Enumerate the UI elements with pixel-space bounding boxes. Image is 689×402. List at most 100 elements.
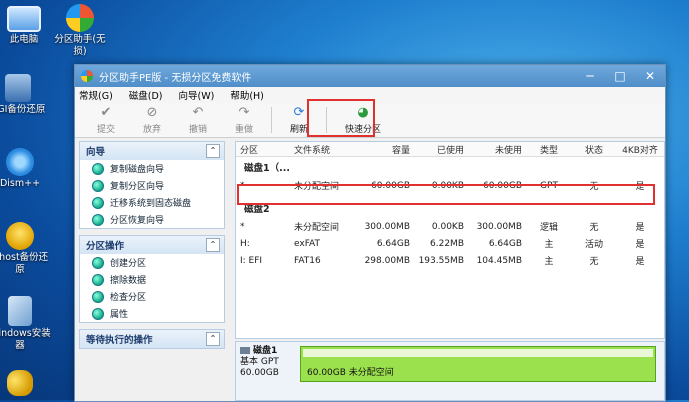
collapse-icon[interactable]: ⌃ bbox=[206, 238, 220, 252]
redo-label: 重做 bbox=[234, 124, 253, 135]
menu-disk[interactable]: 磁盘(D) bbox=[129, 88, 163, 102]
cell-type: 逻辑 bbox=[539, 223, 558, 233]
column-header[interactable]: 容量 bbox=[358, 143, 414, 156]
cell-unused: 104.45MB bbox=[476, 255, 522, 266]
wizard-item-copy-partition[interactable]: 复制分区向导 bbox=[80, 177, 224, 194]
wizard-item-copy-disk[interactable]: 复制磁盘向导 bbox=[80, 160, 224, 177]
wizard-item-label: 复制磁盘向导 bbox=[110, 165, 165, 175]
desktop-icon-label: Ghost备份还原 bbox=[0, 252, 49, 275]
submit-button[interactable]: ✔ 提交 bbox=[83, 105, 129, 135]
cell-used: 193.55MB bbox=[418, 255, 464, 266]
disk-size: 60.00GB bbox=[240, 368, 279, 378]
cell-used: 0.00KB bbox=[431, 221, 464, 232]
cell-partition: * bbox=[240, 221, 245, 232]
dism-gear-icon bbox=[6, 148, 34, 176]
recovery-icon bbox=[92, 213, 104, 226]
cell-filesystem: 未分配空间 bbox=[294, 223, 340, 233]
row-highlight bbox=[237, 184, 655, 205]
check-partition-icon bbox=[92, 290, 104, 303]
cell-capacity: 300.00MB bbox=[364, 221, 410, 232]
close-button[interactable]: ✕ bbox=[635, 65, 665, 87]
cell-filesystem: FAT16 bbox=[294, 255, 321, 266]
title-bar[interactable]: 分区助手PE版 - 无损分区免费软件 ─ □ ✕ bbox=[75, 65, 665, 87]
cell-unused: 300.00MB bbox=[476, 221, 522, 232]
partition-copy-icon bbox=[92, 179, 104, 192]
maximize-button[interactable]: □ bbox=[605, 65, 635, 87]
collapse-icon[interactable]: ⌃ bbox=[206, 332, 220, 346]
cell-unused: 6.64GB bbox=[488, 238, 522, 249]
quick-partition-highlight bbox=[307, 99, 375, 137]
disk-map: 磁盘1 基本 GPT 60.00GB 60.00GB 未分配空间 bbox=[235, 341, 665, 401]
desktop-icon-partition-assistant[interactable]: 分区助手(无损) bbox=[48, 4, 112, 58]
column-header[interactable]: 文件系统 bbox=[290, 143, 358, 156]
disk-partition-bar[interactable]: 60.00GB 未分配空间 bbox=[300, 346, 656, 382]
migrate-icon bbox=[92, 196, 104, 209]
desktop-icon-windows-installer[interactable]: Windows安装器 bbox=[0, 296, 52, 352]
column-header[interactable]: 已使用 bbox=[414, 143, 468, 156]
computer-icon bbox=[7, 6, 41, 32]
desktop-icon-dism[interactable]: Dism++ bbox=[0, 148, 52, 190]
op-create-partition[interactable]: 创建分区 bbox=[80, 254, 224, 271]
column-header[interactable]: 状态 bbox=[572, 143, 616, 156]
undo-label: 撤销 bbox=[188, 124, 207, 135]
partition-assistant-window: 分区助手PE版 - 无损分区免费软件 ─ □ ✕ 常规(G) 磁盘(D) 向导(… bbox=[74, 64, 666, 402]
partition-ops-panel: 分区操作 ⌃ 创建分区 擦除数据 检查分区 属性 bbox=[79, 235, 225, 323]
op-check-partition[interactable]: 检查分区 bbox=[80, 288, 224, 305]
op-properties[interactable]: 属性 bbox=[80, 305, 224, 322]
redo-icon: ↷ bbox=[238, 104, 250, 120]
cell-4k-aligned: 是 bbox=[635, 257, 645, 267]
redo-button[interactable]: ↷ 重做 bbox=[221, 104, 267, 135]
op-label: 擦除数据 bbox=[110, 276, 147, 286]
desktop-icon-ghost[interactable]: Ghost备份还原 bbox=[0, 222, 52, 276]
op-label: 检查分区 bbox=[110, 293, 147, 303]
cell-partition: H: bbox=[240, 238, 250, 249]
wizard-item-recovery[interactable]: 分区恢复向导 bbox=[80, 211, 224, 228]
collapse-icon[interactable]: ⌃ bbox=[206, 144, 220, 158]
op-wipe-data[interactable]: 擦除数据 bbox=[80, 271, 224, 288]
column-header[interactable]: 未使用 bbox=[468, 143, 526, 156]
undo-button[interactable]: ↶ 撤销 bbox=[175, 105, 221, 135]
menu-help[interactable]: 帮助(H) bbox=[230, 88, 264, 102]
desktop-icon-cgi[interactable]: CGI备份还原 bbox=[0, 74, 50, 116]
cell-type: 主 bbox=[544, 257, 554, 267]
disk-group-label[interactable]: 磁盘1（... bbox=[236, 157, 664, 177]
table-row[interactable]: * 未分配空间 300.00MB 0.00KB 300.00MB 逻辑 无 是 bbox=[236, 218, 664, 235]
menu-wizard[interactable]: 向导(W) bbox=[179, 88, 215, 102]
cell-type: 主 bbox=[544, 240, 554, 250]
panel-header: 等待执行的操作 ⌃ bbox=[80, 330, 224, 348]
discard-button[interactable]: ⊘ 放弃 bbox=[129, 104, 175, 135]
discard-icon: ⊘ bbox=[146, 104, 158, 120]
wizard-panel: 向导 ⌃ 复制磁盘向导 复制分区向导 迁移系统到固态磁盘 分区恢复向导 bbox=[79, 141, 225, 229]
desktop-icon-label: Dism++ bbox=[0, 178, 41, 189]
cell-status: 无 bbox=[589, 257, 599, 267]
partition-assistant-icon bbox=[66, 4, 94, 32]
table-header: 分区 文件系统 容量 已使用 未使用 类型 状态 4KB对齐 bbox=[236, 142, 664, 157]
disk-bar-label: 60.00GB 未分配空间 bbox=[307, 368, 394, 378]
cell-status: 活动 bbox=[584, 240, 603, 250]
column-header[interactable]: 分区 bbox=[236, 143, 290, 156]
partition-table: 分区 文件系统 容量 已使用 未使用 类型 状态 4KB对齐 磁盘1（... *… bbox=[235, 141, 665, 339]
toolbar-separator bbox=[271, 107, 272, 133]
cell-used: 6.22MB bbox=[430, 238, 464, 249]
menu-general[interactable]: 常规(G) bbox=[79, 88, 113, 102]
disk-name: 磁盘1 bbox=[253, 346, 278, 356]
panel-header: 分区操作 ⌃ bbox=[80, 236, 224, 254]
disk-copy-icon bbox=[92, 162, 104, 175]
cell-4k-aligned: 是 bbox=[635, 223, 645, 233]
table-row[interactable]: I: EFI FAT16 298.00MB 193.55MB 104.45MB … bbox=[236, 252, 664, 269]
cell-capacity: 298.00MB bbox=[364, 255, 410, 266]
wizard-item-migrate-os[interactable]: 迁移系统到固态磁盘 bbox=[80, 194, 224, 211]
column-header[interactable]: 类型 bbox=[526, 143, 572, 156]
wizard-item-label: 分区恢复向导 bbox=[110, 216, 165, 226]
disk-info[interactable]: 磁盘1 基本 GPT 60.00GB bbox=[240, 346, 298, 379]
table-row[interactable]: H: exFAT 6.64GB 6.22MB 6.64GB 主 活动 是 bbox=[236, 235, 664, 252]
minimize-button[interactable]: ─ bbox=[575, 65, 605, 87]
cell-4k-aligned: 是 bbox=[635, 240, 645, 250]
windows-installer-icon bbox=[8, 296, 32, 326]
window-title: 分区助手PE版 - 无损分区免费软件 bbox=[99, 72, 252, 84]
left-pane: 向导 ⌃ 复制磁盘向导 复制分区向导 迁移系统到固态磁盘 分区恢复向导 分区操作… bbox=[79, 141, 225, 399]
desktop-icon-key[interactable] bbox=[0, 370, 52, 398]
app-icon bbox=[81, 70, 93, 82]
disk-style: 基本 GPT bbox=[240, 357, 279, 367]
column-header[interactable]: 4KB对齐 bbox=[616, 143, 664, 156]
